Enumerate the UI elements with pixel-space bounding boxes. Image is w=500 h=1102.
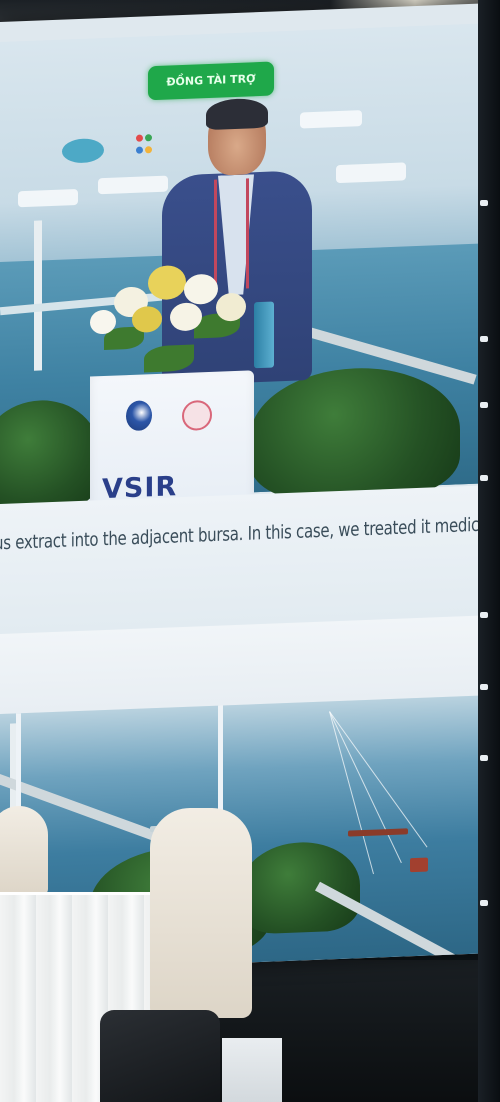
chair-back (0, 806, 48, 896)
sponsor-logo-dots (136, 134, 154, 157)
flower-arrangement (84, 242, 254, 389)
subtitle-panel: us extract into the adjacent bursa. In t… (0, 485, 488, 634)
podium-seal-icon (182, 399, 212, 432)
speaker-hair (206, 97, 268, 131)
black-bag (100, 1010, 220, 1102)
sponsor-logo-oval (62, 138, 104, 164)
sponsor-logo (336, 162, 406, 184)
microphone-icon (254, 301, 274, 369)
screen-edge (478, 0, 500, 1102)
sponsor-banner: ĐỒNG TÀI TRỢ (148, 61, 274, 101)
sponsor-logo (18, 189, 78, 208)
bridge-pylon (34, 220, 42, 371)
chair-back (150, 808, 252, 1018)
podium-emblem-icon (126, 400, 152, 432)
conference-photo: ĐỒNG TÀI TRỢ VSIR us extract into the ad… (0, 0, 500, 1102)
subtitle-text: us extract into the adjacent bursa. In t… (0, 509, 488, 555)
video-feed: ĐỒNG TÀI TRỢ VSIR (0, 23, 488, 536)
floor-box (222, 1038, 282, 1102)
sponsor-logo (98, 175, 168, 195)
sponsor-logo (300, 110, 362, 129)
